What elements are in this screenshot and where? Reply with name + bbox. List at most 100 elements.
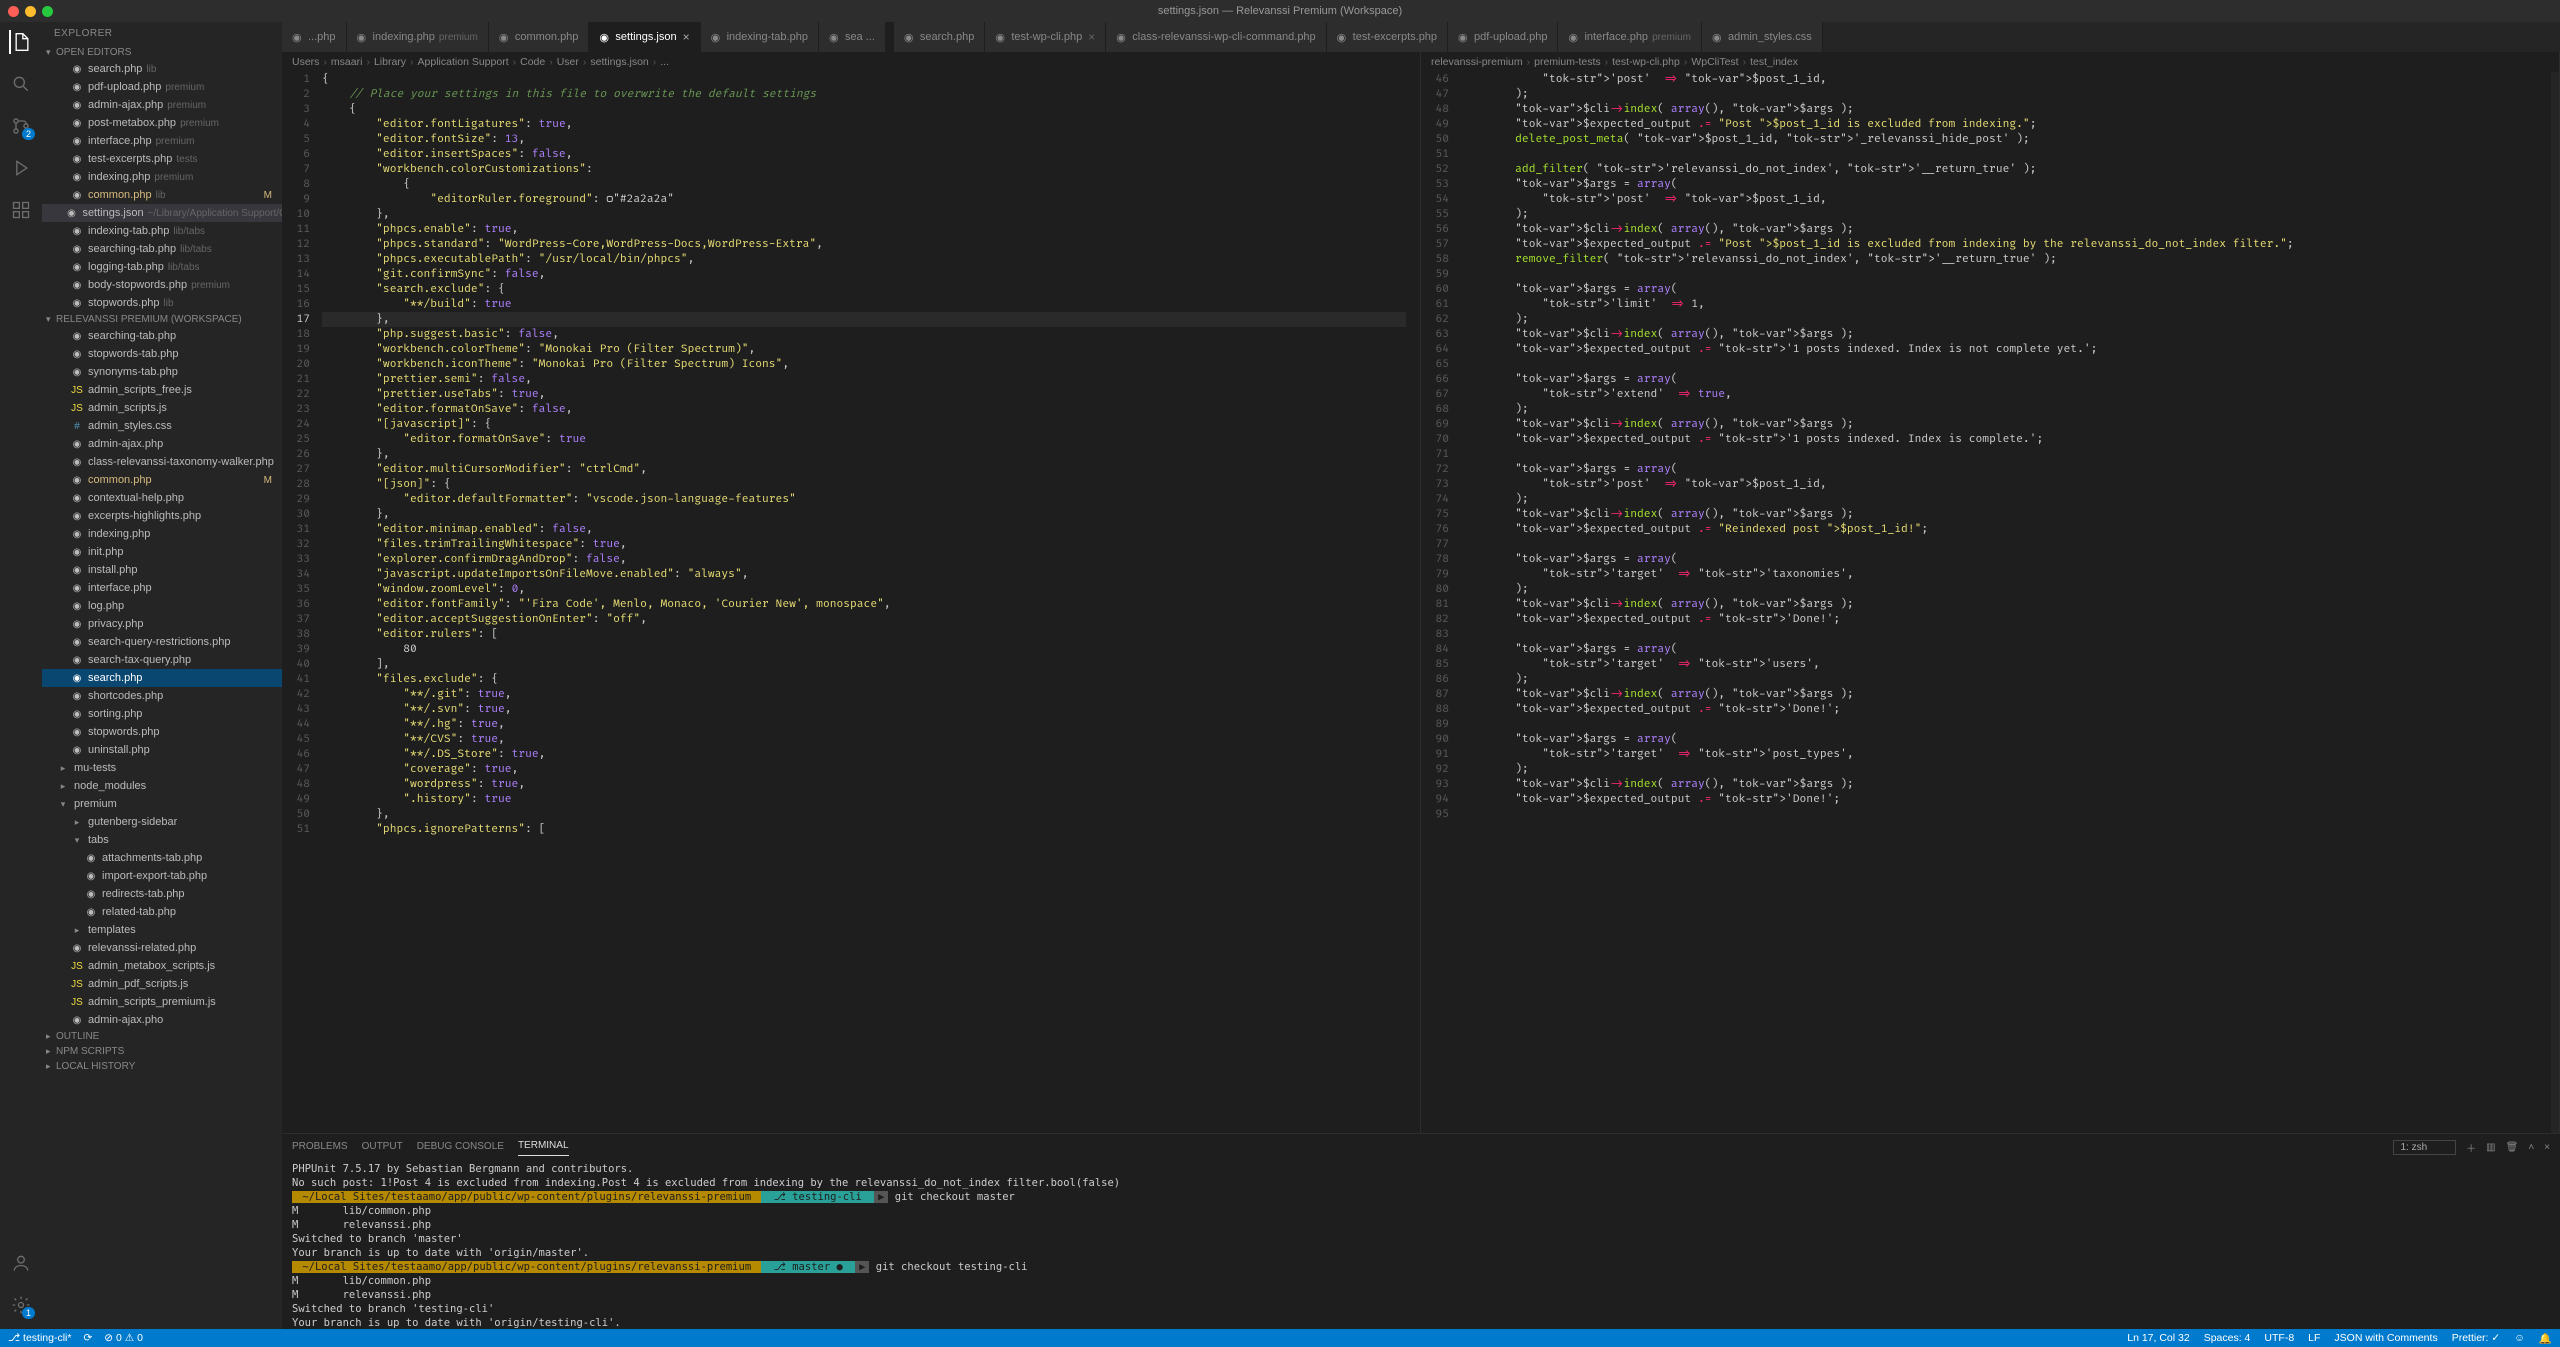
folder-item[interactable]: templates [42,921,282,939]
file-item[interactable]: #admin_styles.css [42,417,282,435]
editor-tab[interactable]: ◉class-relevanssi-wp-cli-command.php [1106,22,1326,52]
breadcrumb-segment[interactable]: msaari [331,56,363,68]
settings-gear-icon[interactable]: 1 [9,1293,33,1317]
npm-scripts-section[interactable]: ▸NPM SCRIPTS [42,1044,282,1059]
account-icon[interactable] [9,1251,33,1275]
status-feedback[interactable]: ☺ [2514,1332,2525,1345]
editor-tab[interactable]: ◉sea ... [819,22,886,52]
file-item[interactable]: ◉search.php [42,669,282,687]
workspace-section[interactable]: ▾RELEVANSSI PREMIUM (WORKSPACE) [42,312,282,327]
breadcrumb-segment[interactable]: ... [660,56,669,68]
status-sync[interactable]: ⟳ [83,1332,92,1344]
editor-tab[interactable]: ◉...php [282,22,347,52]
maximize-panel-icon[interactable]: ˄ [2528,1142,2534,1153]
file-item[interactable]: ◉common.phpM [42,471,282,489]
close-window-button[interactable] [8,6,19,17]
maximize-window-button[interactable] [42,6,53,17]
status-spaces[interactable]: Spaces: 4 [2204,1332,2251,1345]
folder-item[interactable]: gutenberg-sidebar [42,813,282,831]
file-item[interactable]: ◉log.php [42,597,282,615]
file-item[interactable]: ◉import-export-tab.php [42,867,282,885]
local-history-section[interactable]: ▸LOCAL HISTORY [42,1059,282,1074]
editor-tab[interactable]: ◉indexing.phppremium [347,22,489,52]
source-control-icon[interactable]: 2 [9,114,33,138]
open-editors-section[interactable]: ▾OPEN EDITORS [42,45,282,60]
editor-tab[interactable]: ◉admin_styles.css [1702,22,1823,52]
folder-item[interactable]: premium [42,795,282,813]
panel-tab[interactable]: OUTPUT [362,1139,403,1156]
breadcrumb-left[interactable]: Users›msaari›Library›Application Support… [282,52,1420,72]
file-item[interactable]: ◉uninstall.php [42,741,282,759]
file-item[interactable]: ◉search-tax-query.php [42,651,282,669]
open-editor-item[interactable]: ×◉logging-tab.phplib/tabs [42,258,282,276]
open-editor-item[interactable]: ×◉searching-tab.phplib/tabs [42,240,282,258]
status-eol[interactable]: LF [2308,1332,2320,1345]
file-item[interactable]: ◉related-tab.php [42,903,282,921]
file-item[interactable]: JSadmin_scripts.js [42,399,282,417]
editor-tab[interactable]: ◉test-wp-cli.php× [985,22,1106,52]
split-terminal-icon[interactable]: ▥ [2486,1142,2495,1153]
minimize-window-button[interactable] [25,6,36,17]
status-branch[interactable]: ⎇ testing-cli* [8,1332,71,1344]
file-item[interactable]: ◉stopwords.php [42,723,282,741]
extensions-icon[interactable] [9,198,33,222]
breadcrumb-segment[interactable]: premium-tests [1534,56,1601,68]
status-encoding[interactable]: UTF-8 [2264,1332,2294,1345]
open-editor-item[interactable]: ×◉indexing.phppremium [42,168,282,186]
file-item[interactable]: ◉shortcodes.php [42,687,282,705]
search-icon[interactable] [9,72,33,96]
breadcrumb-segment[interactable]: User [557,56,579,68]
debug-icon[interactable] [9,156,33,180]
file-item[interactable]: JSadmin_scripts_free.js [42,381,282,399]
open-editor-item[interactable]: ×◉search.phplib [42,60,282,78]
file-item[interactable]: ◉privacy.php [42,615,282,633]
editor-tab[interactable]: ◉interface.phppremium [1558,22,1702,52]
minimap[interactable] [2551,72,2559,1133]
breadcrumb-segment[interactable]: test-wp-cli.php [1612,56,1680,68]
status-problems[interactable]: ⊘ 0 ⚠ 0 [104,1332,143,1344]
file-item[interactable]: ◉indexing.php [42,525,282,543]
kill-terminal-icon[interactable]: 🗑 [2506,1142,2519,1153]
open-editor-item[interactable]: ×◉body-stopwords.phppremium [42,276,282,294]
file-item[interactable]: ◉install.php [42,561,282,579]
file-item[interactable]: ◉init.php [42,543,282,561]
open-editor-item[interactable]: ×◉common.phplibM [42,186,282,204]
breadcrumb-segment[interactable]: relevanssi-premium [1431,56,1523,68]
panel-tab[interactable]: TERMINAL [518,1138,569,1156]
editor-tab[interactable]: ◉common.php [489,22,590,52]
file-item[interactable]: JSadmin_metabox_scripts.js [42,957,282,975]
file-item[interactable]: ◉sorting.php [42,705,282,723]
open-editor-item[interactable]: ×◉test-excerpts.phptests [42,150,282,168]
editor-tab[interactable]: ◉settings.json× [589,22,700,52]
status-language[interactable]: JSON with Comments [2334,1332,2437,1345]
open-editor-item[interactable]: ×◉pdf-upload.phppremium [42,78,282,96]
file-item[interactable]: ◉admin-ajax.pho [42,1011,282,1029]
breadcrumb-segment[interactable]: test_index [1750,56,1798,68]
code-editor-right[interactable]: 4647484950515253545556575859606162636465… [1421,72,2559,1133]
open-editor-item[interactable]: ×◉settings.json~/Library/Application Sup… [42,204,282,222]
close-panel-icon[interactable]: × [2544,1142,2550,1153]
file-item[interactable]: ◉relevanssi-related.php [42,939,282,957]
status-notifications[interactable]: 🔔 [2539,1332,2552,1345]
file-item[interactable]: ◉search-query-restrictions.php [42,633,282,651]
close-icon[interactable]: × [683,30,690,44]
breadcrumb-segment[interactable]: Users [292,56,319,68]
file-item[interactable]: ◉stopwords-tab.php [42,345,282,363]
panel-tab[interactable]: PROBLEMS [292,1139,348,1156]
explorer-icon[interactable] [9,30,33,54]
panel-tab[interactable]: DEBUG CONSOLE [417,1139,504,1156]
code-editor-left[interactable]: 1234567891011121314151617181920212223242… [282,72,1420,1133]
file-item[interactable]: ◉redirects-tab.php [42,885,282,903]
open-editor-item[interactable]: ×◉indexing-tab.phplib/tabs [42,222,282,240]
file-item[interactable]: JSadmin_pdf_scripts.js [42,975,282,993]
editor-tab[interactable]: ◉search.php [894,22,985,52]
file-item[interactable]: JSadmin_scripts_premium.js [42,993,282,1011]
terminal-shell-picker[interactable]: 1: zsh [2393,1140,2456,1155]
file-item[interactable]: ◉admin-ajax.php [42,435,282,453]
file-item[interactable]: ◉attachments-tab.php [42,849,282,867]
file-item[interactable]: ◉class-relevanssi-taxonomy-walker.php [42,453,282,471]
breadcrumb-segment[interactable]: settings.json [590,56,648,68]
folder-item[interactable]: tabs [42,831,282,849]
breadcrumb-segment[interactable]: Application Support [418,56,509,68]
file-item[interactable]: ◉interface.php [42,579,282,597]
